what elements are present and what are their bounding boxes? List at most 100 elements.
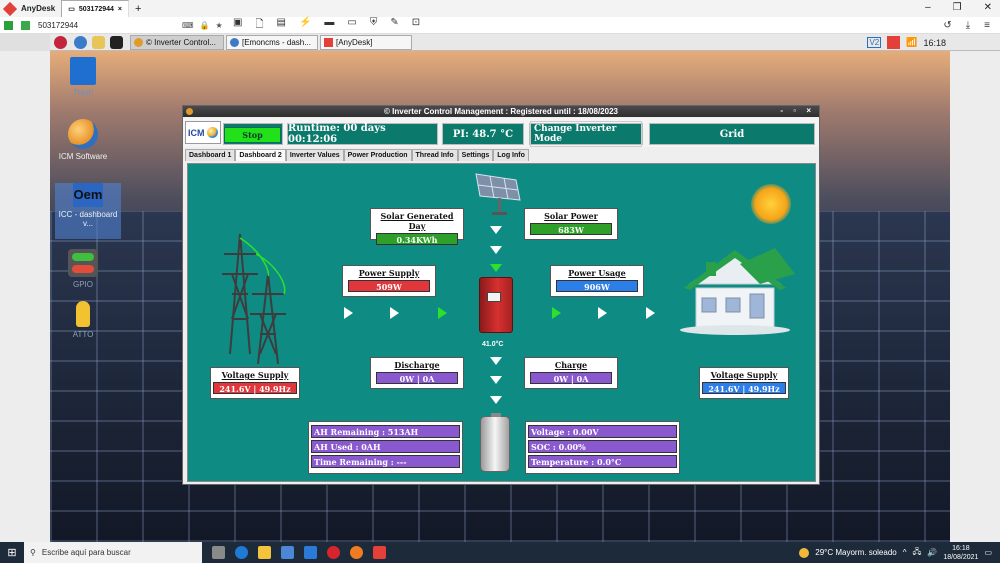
minimize-button[interactable]: – xyxy=(925,2,931,13)
task-inverter-control[interactable]: © Inverter Control... xyxy=(130,35,224,50)
grid-voltage-card: Voltage Supply 241.6V | 49.9Hz xyxy=(210,367,300,399)
anydesk-taskbar-icon[interactable] xyxy=(373,546,386,559)
desktop-icon-icc-dashboard[interactable]: Oem ICC - dashboard v... xyxy=(55,183,121,239)
close-tab-icon[interactable]: × xyxy=(118,6,122,13)
anydesk-session-tab[interactable]: ▭ 503172944 × xyxy=(61,0,130,17)
lock-icon[interactable]: 🔒 xyxy=(200,21,210,30)
power-usage-value: 906W xyxy=(556,280,638,292)
tab-dashboard-1[interactable]: Dashboard 1 xyxy=(185,149,236,161)
task-anydesk[interactable]: [AnyDesk] xyxy=(320,35,412,50)
record-icon[interactable]: ⊡ xyxy=(412,17,420,34)
power-usage-label: Power Usage xyxy=(568,268,626,278)
weather-text[interactable]: 29°C Mayorm. soleado xyxy=(815,548,896,557)
maximize-button[interactable]: ❐ xyxy=(953,2,962,13)
windows-start-icon[interactable]: ⊞ xyxy=(0,546,24,559)
tab-dashboard-2[interactable]: Dashboard 2 xyxy=(235,149,286,161)
charge-value: 0W | 0A xyxy=(530,372,612,384)
ah-remaining: AH Remaining : 513AH xyxy=(311,425,460,438)
tab-settings[interactable]: Settings xyxy=(457,149,494,161)
house-voltage-card: Voltage Supply 241.6V | 49.9Hz xyxy=(699,367,789,399)
edge-icon[interactable] xyxy=(235,546,248,559)
search-icon: ⚲ xyxy=(30,548,36,557)
volume-icon[interactable]: 🔊 xyxy=(927,548,937,557)
keyboard-icon[interactable]: ⌨ xyxy=(182,21,194,30)
session-tab-label: 503172944 xyxy=(78,5,114,13)
battery-soc: SOC : 0.00% xyxy=(528,440,677,453)
tab-inverter-values[interactable]: Inverter Values xyxy=(285,149,344,161)
close-button[interactable]: ✕ xyxy=(984,2,992,13)
display-select-icon[interactable]: ▣ xyxy=(233,17,242,34)
actions-icon[interactable]: ⚡ xyxy=(299,17,311,34)
change-mode-button[interactable]: Change Inverter Mode xyxy=(529,121,643,147)
star-icon[interactable]: ★ xyxy=(216,21,223,30)
inverter-icon xyxy=(479,277,513,333)
desktop-icon-label: GPIO xyxy=(72,280,93,289)
file-explorer-icon[interactable] xyxy=(258,546,271,559)
download-icon[interactable]: ⤓ xyxy=(966,20,970,31)
notifications-icon[interactable]: ▭ xyxy=(984,548,992,557)
trash-icon xyxy=(70,57,96,85)
clock-date: 18/08/2021 xyxy=(943,553,979,561)
tray-chevron-icon[interactable]: ^ xyxy=(903,548,907,557)
firefox-icon[interactable] xyxy=(350,546,363,559)
draw-icon[interactable]: ✎ xyxy=(390,17,398,34)
solar-generated-value: 0.34KWh xyxy=(376,233,458,245)
menu-icon[interactable]: ≡ xyxy=(984,20,990,31)
permissions-icon[interactable]: ⛨ xyxy=(370,17,378,34)
screen-icon[interactable]: ▭ xyxy=(347,17,356,34)
task-emoncms[interactable]: [Emoncms - dash... xyxy=(226,35,318,50)
new-tab-button[interactable]: + xyxy=(129,3,147,15)
solar-power-value: 683W xyxy=(530,223,612,235)
weather-icon[interactable] xyxy=(799,547,810,558)
keyboard-layout-icon[interactable]: ▬ xyxy=(324,17,334,34)
solar-power-label: Solar Power xyxy=(544,211,598,221)
tab-log-info[interactable]: Log Info xyxy=(493,149,529,161)
task-label: © Inverter Control... xyxy=(146,38,216,47)
vnc-icon[interactable]: V2 xyxy=(867,37,882,48)
store-icon[interactable] xyxy=(281,546,294,559)
tab-thread-info[interactable]: Thread Info xyxy=(411,149,458,161)
chat-icon[interactable] xyxy=(21,20,30,30)
right-margin xyxy=(950,51,1000,542)
windows-taskbar: ⊞ ⚲ Escribe aquí para buscar 29°C Mayorm… xyxy=(0,542,1000,563)
logo-globe-icon xyxy=(206,127,218,138)
toggle-icon xyxy=(68,249,98,277)
tab-power-production[interactable]: Power Production xyxy=(343,149,412,161)
house-voltage-label: Voltage Supply xyxy=(710,370,778,380)
house-voltage-value: 241.6V | 49.9Hz xyxy=(702,382,786,394)
window-controls[interactable]: - ▫ × xyxy=(780,106,815,115)
terminal-icon[interactable] xyxy=(110,36,123,49)
chat-bubble-icon[interactable]: ▤ xyxy=(277,17,286,34)
anydesk-address-bar: 503172944 ⌨ 🔒 ★ ▣ 🗋 ▤ ⚡ ▬ ▭ ⛨ ✎ ⊡ ↺ ⤓ ≡ xyxy=(0,17,1000,34)
desktop-icon-gpio[interactable]: GPIO xyxy=(50,249,116,289)
desktop-icon-atto[interactable]: ATTO xyxy=(50,301,116,339)
opera-icon[interactable] xyxy=(327,546,340,559)
system-clock[interactable]: 16:18 18/08/2021 xyxy=(943,544,978,562)
search-placeholder: Escribe aquí para buscar xyxy=(41,548,131,557)
folder-icon[interactable] xyxy=(92,36,105,49)
sun-icon xyxy=(751,184,791,224)
browser-icon[interactable] xyxy=(74,36,87,49)
desktop-icon-icm[interactable]: ICM Software xyxy=(50,119,116,161)
history-icon[interactable]: ↺ xyxy=(943,20,951,31)
stop-button[interactable]: Stop xyxy=(224,127,281,143)
solar-flow-arrow xyxy=(490,226,502,234)
grid-flow-arrow xyxy=(344,307,353,319)
taskbar-search-input[interactable]: ⚲ Escribe aquí para buscar xyxy=(24,542,202,563)
mail-icon[interactable] xyxy=(304,546,317,559)
raspberry-menu-icon[interactable] xyxy=(54,36,67,49)
task-view-icon[interactable] xyxy=(212,546,225,559)
anydesk-tray-icon[interactable] xyxy=(887,36,901,49)
desktop-icon-label: ICC - dashboard v... xyxy=(58,210,118,228)
desktop-icon-trash[interactable]: Trash xyxy=(50,57,116,97)
file-icon[interactable]: 🗋 xyxy=(255,17,263,34)
power-supply-value: 509W xyxy=(348,280,430,292)
tab-bar: Dashboard 1 Dashboard 2 Inverter Values … xyxy=(185,149,529,161)
wifi-icon[interactable]: 📶 xyxy=(906,37,917,48)
network-icon[interactable]: 🖧 xyxy=(913,546,922,560)
window-titlebar[interactable]: © Inverter Control Management : Register… xyxy=(183,106,819,117)
discharge-label: Discharge xyxy=(394,360,440,370)
solar-generated-card: Solar Generated Day 0.34KWh xyxy=(370,208,464,245)
battery-temperature: Temperature : 0.0°C xyxy=(528,455,677,468)
inverter-temperature: 41.0°C xyxy=(482,341,504,348)
